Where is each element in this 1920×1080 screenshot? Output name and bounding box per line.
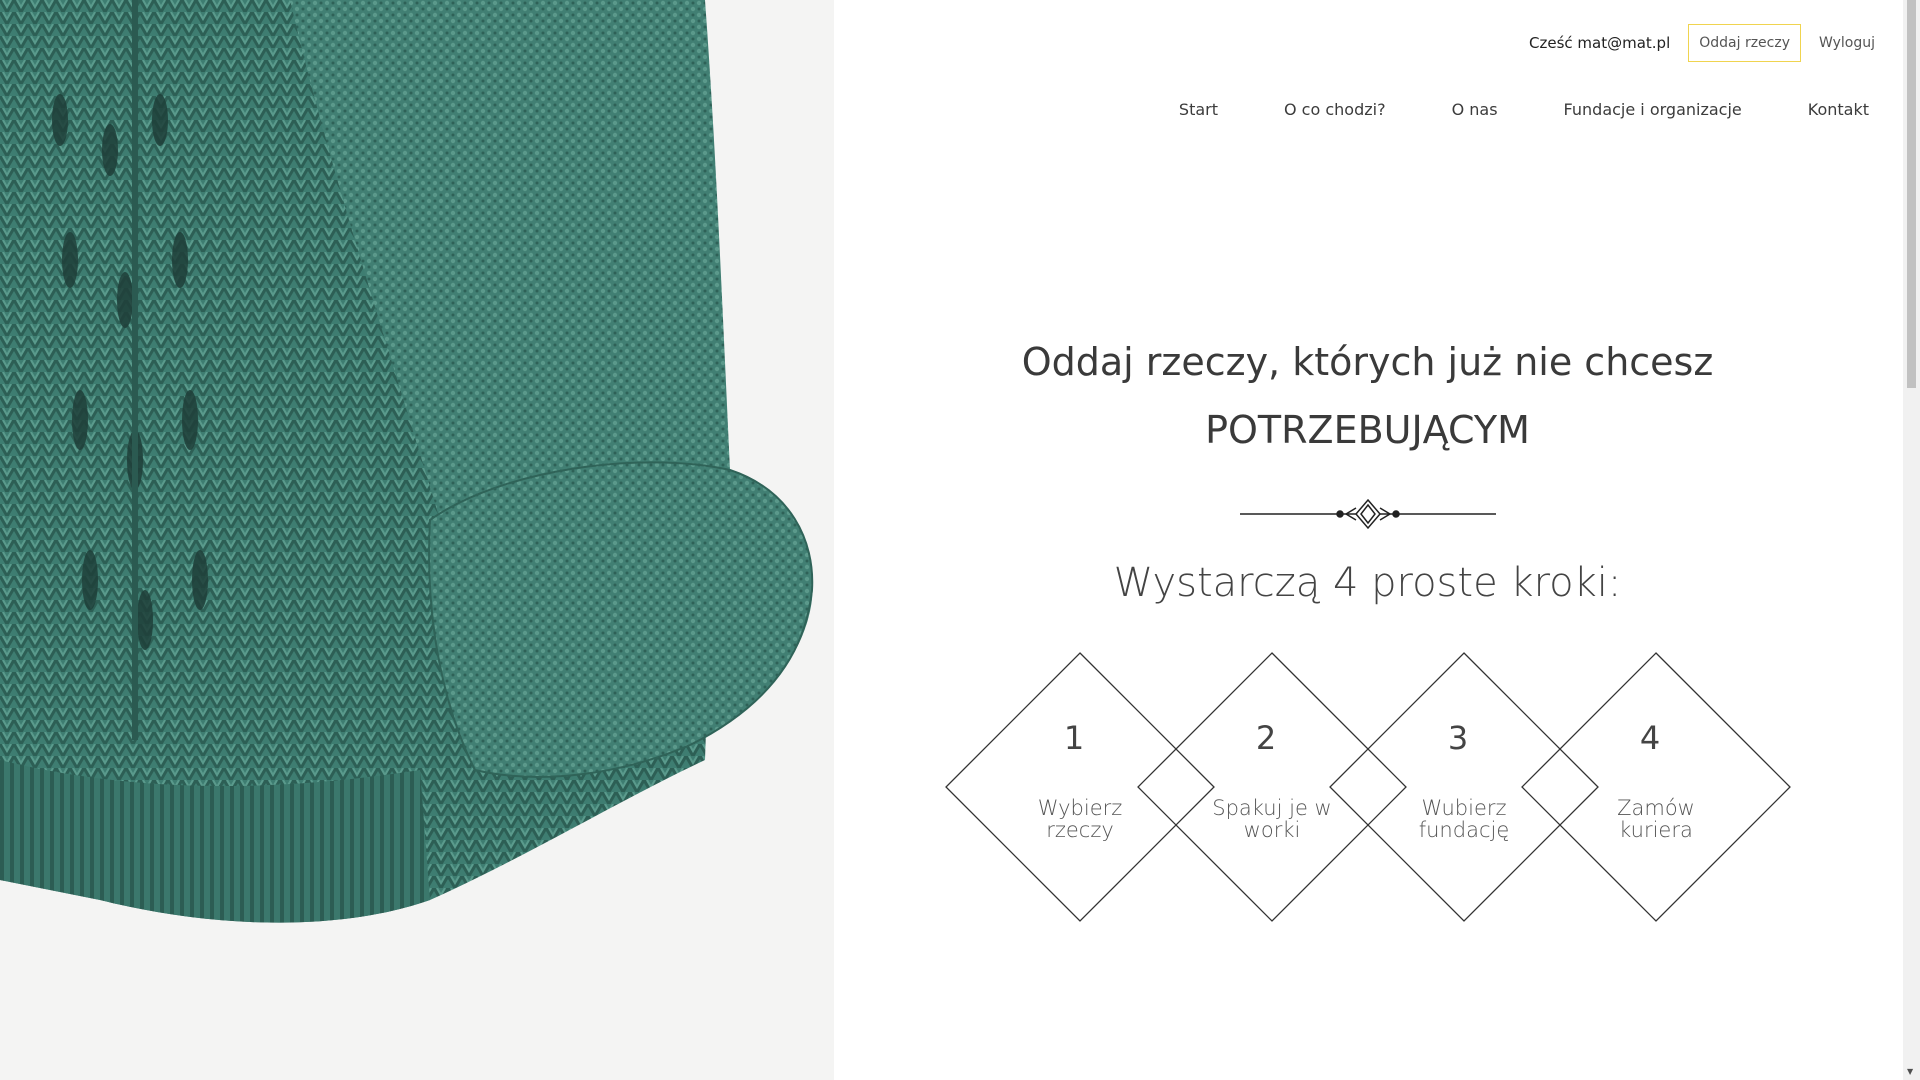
give-items-button[interactable]: Oddaj rzeczy — [1688, 24, 1801, 62]
step-1-label-line1: Wybierz — [1037, 796, 1123, 820]
hero-title: Oddaj rzeczy, których już nie chcesz — [1021, 340, 1714, 384]
logout-link[interactable]: Wyloguj — [1819, 35, 1875, 51]
scrollbar-thumb[interactable] — [1907, 0, 1916, 388]
step-2-label: Spakuj je w worki — [1192, 797, 1352, 841]
nav-item-start[interactable]: Start — [1179, 100, 1218, 119]
step-4-label-line2: kuriera — [1619, 818, 1693, 842]
step-3-diamond — [1329, 652, 1599, 922]
step-1-number: 1 — [1063, 719, 1085, 757]
nav-item-contact[interactable]: Kontakt — [1808, 100, 1869, 119]
main-nav: Start O co chodzi? O nas Fundacje i orga… — [1179, 100, 1869, 119]
step-4-label-line1: Zamów — [1617, 796, 1695, 820]
step-3-label-line2: fundację — [1418, 818, 1510, 842]
user-greeting: Cześć mat@mat.pl — [1529, 34, 1671, 52]
step-1-diamond — [945, 652, 1215, 922]
hero-title-highlight: POTRZEBUJĄCYM — [1205, 408, 1530, 452]
steps-diamond-frames — [945, 652, 1791, 922]
nav-item-foundations[interactable]: Fundacje i organizacje — [1564, 100, 1742, 119]
page-scrollbar[interactable]: ▼ — [1903, 0, 1920, 1080]
step-2-diamond — [1137, 652, 1407, 922]
nav-item-about-purpose[interactable]: O co chodzi? — [1284, 100, 1386, 119]
step-4-label: Zamów kuriera — [1576, 797, 1736, 841]
step-4-number: 4 — [1639, 719, 1661, 757]
step-2-label-line2: worki — [1243, 818, 1301, 842]
user-bar: Cześć mat@mat.pl Oddaj rzeczy Wyloguj — [1529, 24, 1875, 62]
step-1-label: Wybierz rzeczy — [1000, 797, 1160, 841]
ornament-divider — [1240, 498, 1496, 530]
step-2-number: 2 — [1255, 719, 1277, 757]
hero-sweater-image — [0, 0, 834, 1080]
scroll-down-arrow-icon[interactable]: ▼ — [1907, 1067, 1913, 1076]
nav-item-about-us[interactable]: O nas — [1452, 100, 1498, 119]
step-3-label-line1: Wubierz — [1421, 796, 1507, 820]
step-1-label-line2: rzeczy — [1046, 818, 1114, 842]
step-3-number: 3 — [1447, 719, 1469, 757]
steps-list: 1 Wybierz rzeczy 2 Spakuj je w worki 3 W… — [944, 651, 1794, 923]
step-4-diamond — [1521, 652, 1791, 922]
step-3-label: Wubierz fundację — [1384, 797, 1544, 841]
step-2-label-line1: Spakuj je w — [1212, 796, 1332, 820]
steps-heading: Wystarczą 4 proste kroki: — [1113, 560, 1622, 606]
